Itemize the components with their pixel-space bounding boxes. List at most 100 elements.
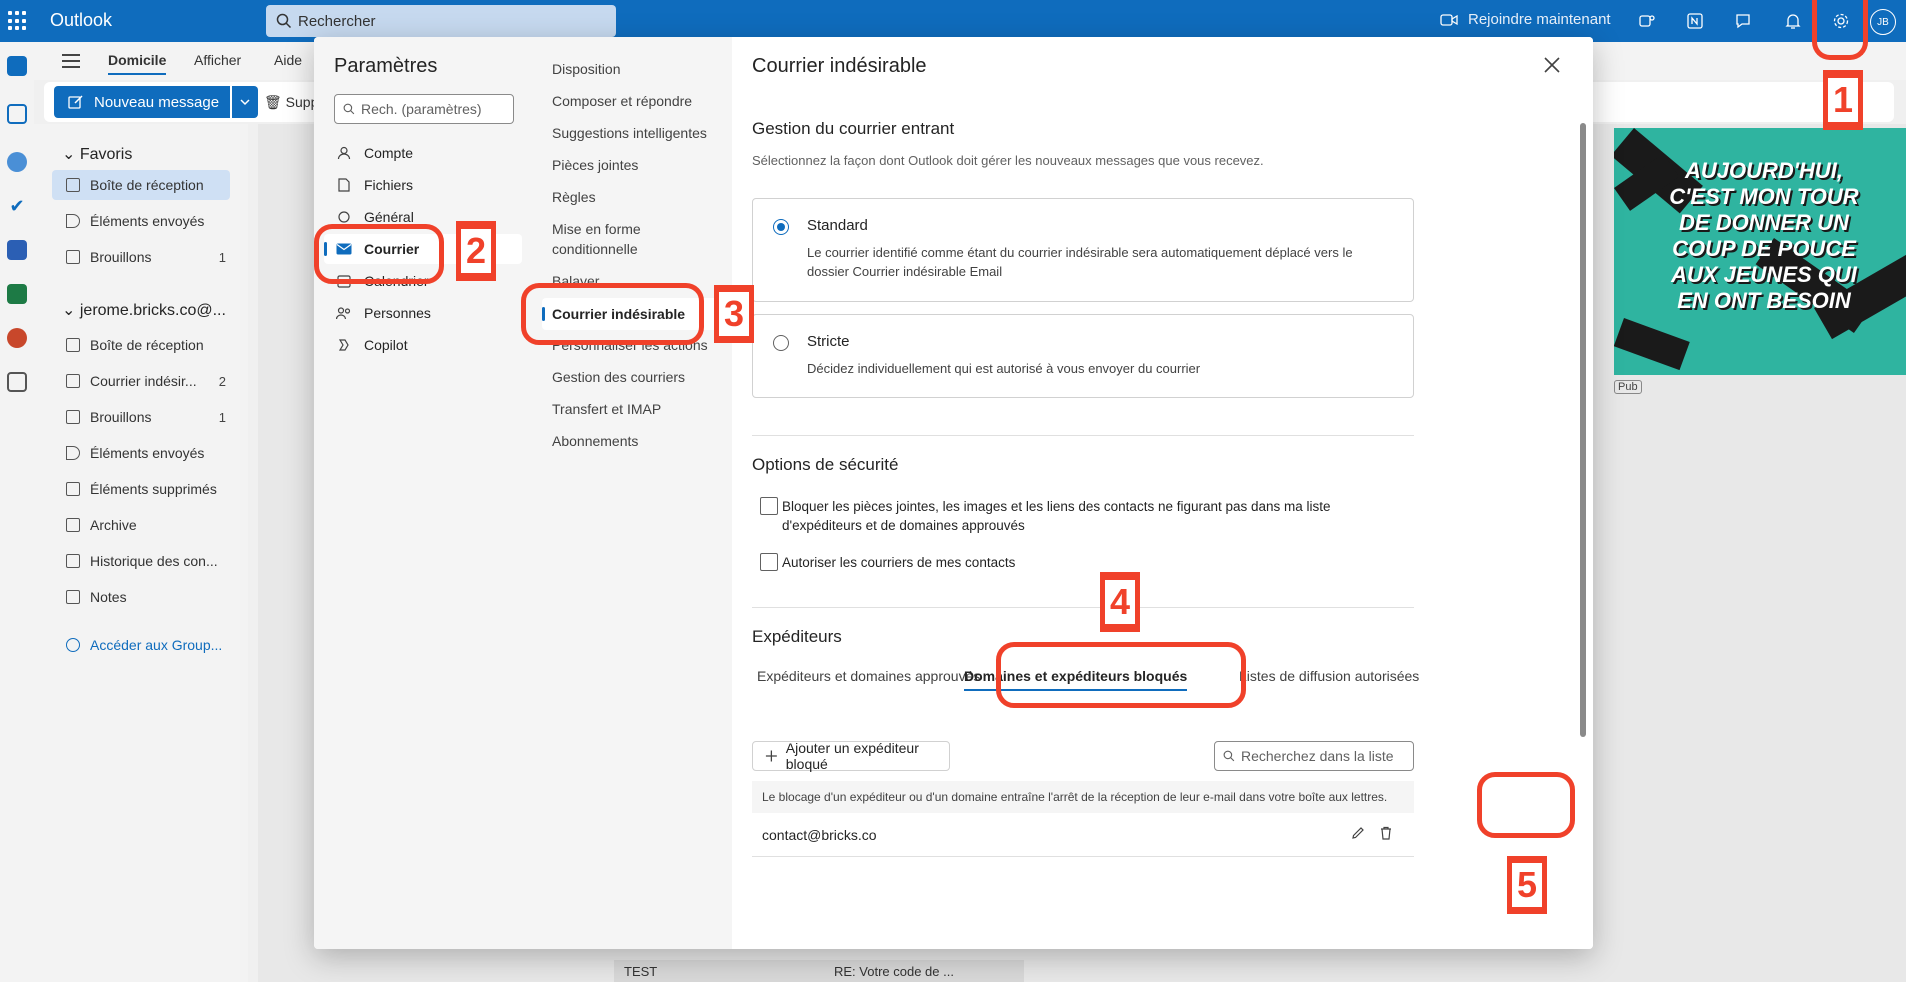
- mail-subcategories: Disposition Composer et répondre Suggest…: [532, 37, 732, 949]
- folder-item[interactable]: Éléments envoyés: [52, 438, 230, 468]
- scrollbar[interactable]: [1580, 123, 1586, 737]
- folder-item[interactable]: Brouillons 1: [52, 242, 230, 272]
- folder-item[interactable]: Boîte de réception: [52, 170, 230, 200]
- people-icon: [336, 305, 352, 321]
- blocked-info: Le blocage d'un expéditeur ou d'un domai…: [752, 781, 1414, 813]
- delete-button[interactable]: 🗑 Supp: [264, 94, 318, 111]
- close-icon[interactable]: [1540, 53, 1564, 77]
- powerpoint-app-icon[interactable]: [7, 328, 27, 348]
- send-icon: [66, 214, 80, 228]
- settings-categories: Paramètres Rech. (paramètres) Compte Fic…: [314, 37, 532, 949]
- edit-icon[interactable]: [1350, 825, 1366, 844]
- folder-item[interactable]: Éléments supprimés: [52, 474, 230, 504]
- subcategory-rules[interactable]: Règles: [542, 187, 722, 207]
- video-icon: [1440, 13, 1458, 26]
- ad-label: Pub: [1614, 380, 1642, 394]
- annotation-number: 5: [1507, 856, 1547, 914]
- pencil-icon: [66, 410, 80, 424]
- bell-icon[interactable]: [1782, 10, 1804, 32]
- archive-icon: [66, 518, 80, 532]
- divider: [752, 435, 1414, 436]
- file-icon: [336, 177, 352, 193]
- trust-contacts-checkbox[interactable]: [760, 553, 778, 571]
- tab-safe-mailing-lists[interactable]: Listes de diffusion autorisées: [1239, 668, 1419, 684]
- inbox-icon: [66, 178, 80, 192]
- category-copilot[interactable]: Copilot: [324, 330, 522, 360]
- search-icon: [343, 103, 355, 115]
- avatar[interactable]: JB: [1870, 9, 1896, 35]
- join-meeting-button[interactable]: Rejoindre maintenant: [1440, 11, 1611, 28]
- search-input[interactable]: Rechercher: [266, 5, 616, 37]
- draft-tab[interactable]: RE: Votre code de ...: [824, 960, 1024, 982]
- subcategory-layout[interactable]: Disposition: [542, 59, 722, 79]
- people-app-icon[interactable]: [7, 152, 27, 172]
- subcategory-compose[interactable]: Composer et répondre: [542, 91, 722, 111]
- block-attachments-checkbox[interactable]: [760, 497, 778, 515]
- search-icon: [276, 13, 292, 29]
- strict-radio[interactable]: [773, 335, 789, 351]
- subcategory-message-handling[interactable]: Gestion des courriers: [542, 367, 722, 387]
- tab-view[interactable]: Afficher: [194, 52, 241, 68]
- annotation-ring-mail: [314, 224, 444, 284]
- folder-item[interactable]: Éléments envoyés: [52, 206, 230, 236]
- annotation-ring-actions: [1477, 772, 1575, 838]
- new-message-button[interactable]: Nouveau message: [54, 86, 230, 118]
- folder-item[interactable]: Archive: [52, 510, 230, 540]
- list-search-input[interactable]: Recherchez dans la liste: [1214, 741, 1414, 771]
- security-header: Options de sécurité: [752, 455, 899, 474]
- ad-banner[interactable]: AUJOURD'HUI, C'EST MON TOUR DE DONNER UN…: [1614, 128, 1906, 375]
- trust-contacts-label: Autoriser les courriers de mes contacts: [782, 555, 1016, 570]
- folder-item[interactable]: Courrier indésir... 2: [52, 366, 230, 396]
- calendar-app-icon[interactable]: [7, 104, 27, 124]
- plus-icon: [765, 750, 777, 762]
- tab-home[interactable]: Domicile: [108, 52, 167, 75]
- trash-icon: 🗑: [264, 94, 282, 110]
- top-bar: Outlook Rechercher Rejoindre maintenant …: [0, 0, 1906, 42]
- more-apps-icon[interactable]: [7, 372, 27, 392]
- tab-safe-senders[interactable]: Expéditeurs et domaines approuvés: [757, 668, 980, 684]
- subcategory-forwarding-imap[interactable]: Transfert et IMAP: [542, 399, 722, 419]
- delete-icon[interactable]: [1378, 825, 1394, 844]
- favorites-header[interactable]: ⌄ Favoris: [62, 144, 132, 164]
- category-people[interactable]: Personnes: [324, 298, 522, 328]
- subcategory-subscriptions[interactable]: Abonnements: [542, 431, 722, 451]
- category-account[interactable]: Compte: [324, 138, 522, 168]
- word-app-icon[interactable]: [7, 240, 27, 260]
- folder-item[interactable]: Historique des con...: [52, 546, 230, 576]
- onenote-icon[interactable]: [1684, 10, 1706, 32]
- strict-option[interactable]: Stricte Décidez individuellement qui est…: [752, 314, 1414, 398]
- folder-item[interactable]: Brouillons 1: [52, 402, 230, 432]
- folder-item[interactable]: Boîte de réception: [52, 330, 230, 360]
- account-header[interactable]: ⌄ jerome.bricks.co@...: [62, 300, 226, 320]
- settings-title: Paramètres: [334, 55, 438, 77]
- annotation-number: 2: [456, 221, 496, 281]
- groups-link[interactable]: Accéder aux Group...: [52, 630, 230, 660]
- hamburger-icon[interactable]: [62, 54, 80, 68]
- category-files[interactable]: Fichiers: [324, 170, 522, 200]
- settings-dialog: Paramètres Rech. (paramètres) Compte Fic…: [314, 37, 1593, 949]
- add-blocked-sender-button[interactable]: Ajouter un expéditeur bloqué: [752, 740, 950, 772]
- todo-icon[interactable]: [1732, 10, 1754, 32]
- standard-radio[interactable]: [773, 219, 789, 235]
- subcategory-attachments[interactable]: Pièces jointes: [542, 155, 722, 175]
- app-launcher-icon[interactable]: [8, 11, 28, 31]
- annotation-ring-blocked-tab: [996, 642, 1246, 708]
- folder-icon: [66, 554, 80, 568]
- subcategory-smart-suggestions[interactable]: Suggestions intelligentes: [542, 123, 722, 143]
- excel-app-icon[interactable]: [7, 284, 27, 304]
- subcategory-conditional-formatting[interactable]: Mise en forme conditionnelle: [542, 219, 722, 259]
- folder-item[interactable]: Notes: [52, 582, 230, 612]
- todo-app-icon[interactable]: ✔: [7, 196, 27, 216]
- teams-icon[interactable]: [1636, 10, 1658, 32]
- annotation-number: 1: [1823, 70, 1863, 130]
- compose-icon: [68, 95, 83, 109]
- list-item[interactable]: TEST: [614, 960, 824, 982]
- mail-app-icon[interactable]: [7, 56, 27, 76]
- settings-search-input[interactable]: Rech. (paramètres): [334, 94, 514, 124]
- standard-option[interactable]: Standard Le courrier identifié comme éta…: [752, 198, 1414, 302]
- chevron-down-icon: [240, 99, 250, 106]
- new-message-dropdown[interactable]: [232, 86, 258, 118]
- trash-icon: [66, 482, 80, 496]
- annotation-ring-settings: [1812, 0, 1868, 60]
- tab-help[interactable]: Aide: [274, 52, 302, 68]
